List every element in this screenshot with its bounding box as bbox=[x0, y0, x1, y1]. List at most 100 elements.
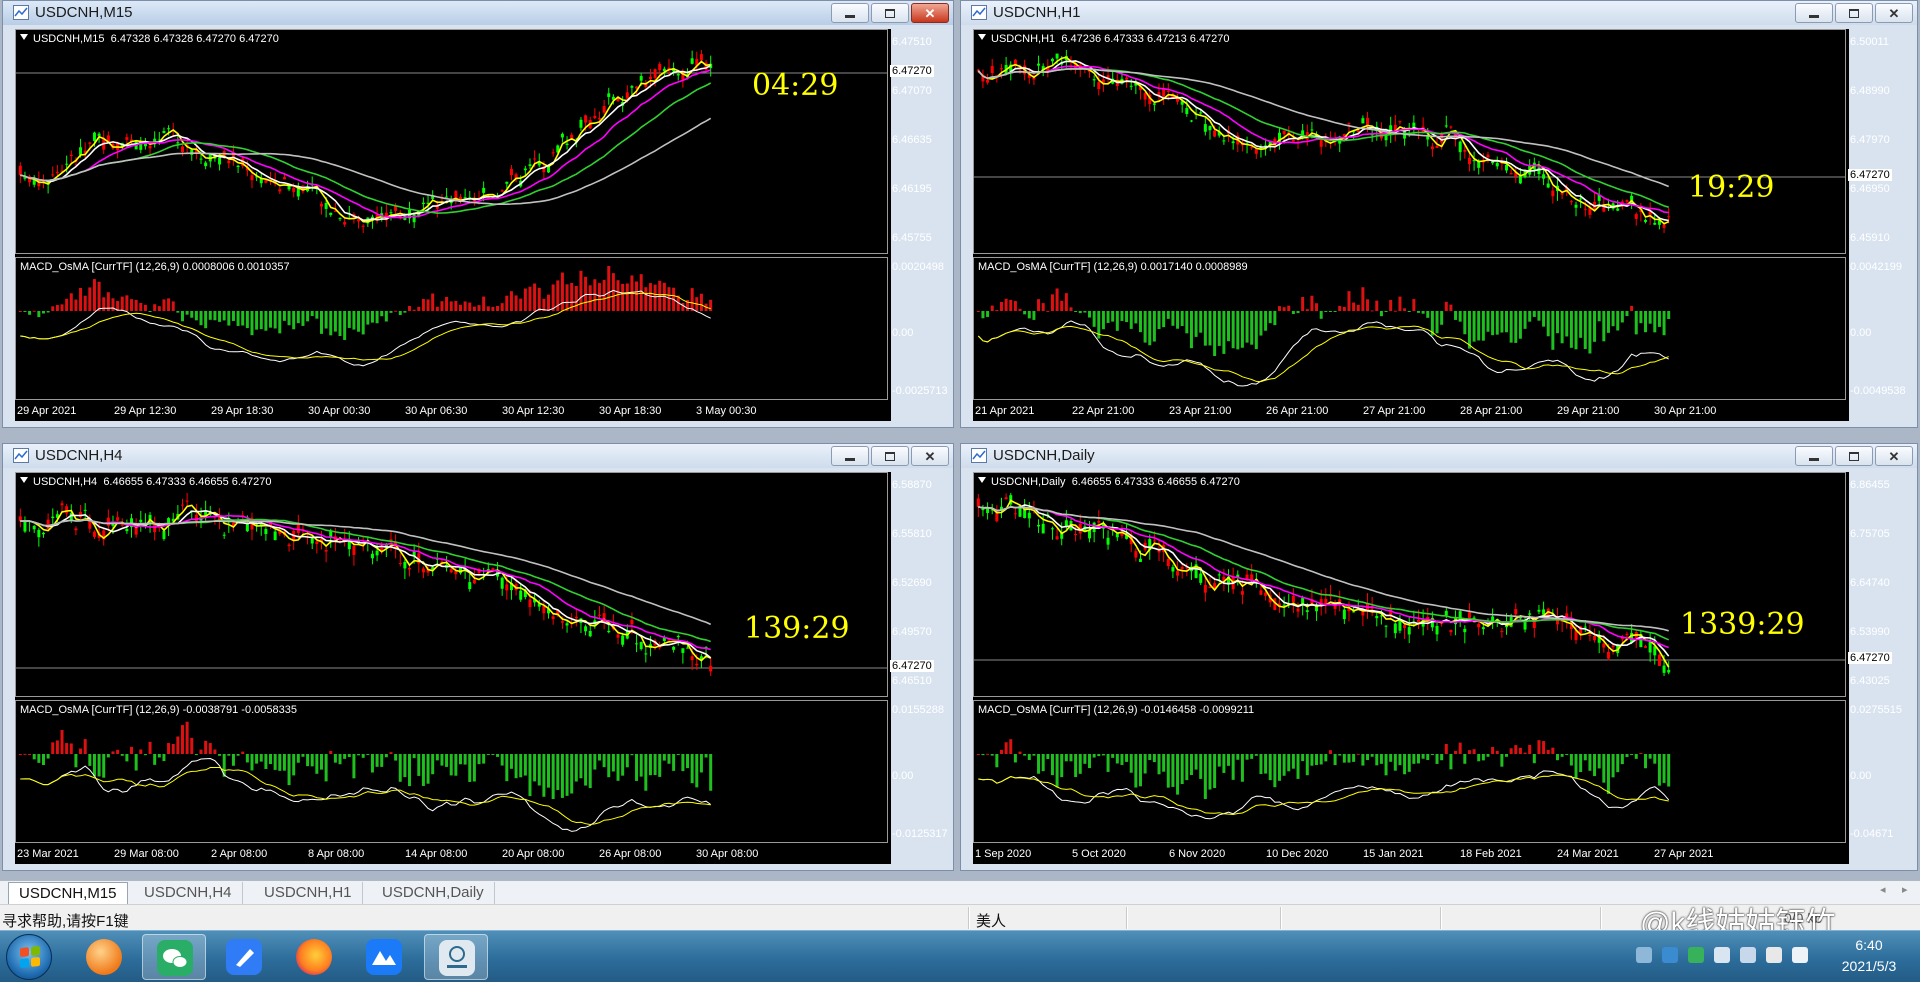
chart-window-daily[interactable]: USDCNH,Daily ✕ USDCNH,Daily 6.46655 6.47… bbox=[960, 443, 1918, 871]
macd-histogram-bar bbox=[607, 754, 611, 778]
candle bbox=[1041, 513, 1045, 534]
macd-histogram-bar bbox=[1060, 300, 1064, 311]
macd-histogram-bar bbox=[236, 311, 240, 326]
candle bbox=[1347, 601, 1351, 622]
macd-histogram-bar bbox=[1662, 311, 1666, 336]
candle bbox=[241, 510, 245, 520]
maximize-button[interactable] bbox=[871, 446, 909, 466]
candle bbox=[83, 142, 87, 159]
macd-pane[interactable]: MACD_OsMA [CurrTF] (12,26,9) 0.0017140 0… bbox=[973, 257, 1846, 400]
close-button[interactable]: ✕ bbox=[911, 446, 949, 466]
maximize-button[interactable] bbox=[1835, 3, 1873, 23]
price-pane[interactable]: USDCNH,H4 6.46655 6.47333 6.46655 6.4727… bbox=[15, 472, 888, 697]
chart-area[interactable]: USDCNH,Daily 6.46655 6.47333 6.46655 6.4… bbox=[973, 472, 1902, 864]
macd-histogram-bar bbox=[1231, 754, 1235, 780]
tray-signal-icon[interactable] bbox=[1766, 947, 1782, 963]
candle bbox=[579, 117, 583, 131]
macd-histogram-bar bbox=[1301, 296, 1305, 311]
taskbar-feishu[interactable] bbox=[212, 934, 276, 980]
tray-volume-icon[interactable] bbox=[1792, 947, 1808, 963]
chart-window-m15[interactable]: USDCNH,M15 ✕ USDCNH,M15 6.47328 6.47328 … bbox=[2, 0, 954, 428]
tab-scroll-left-icon[interactable]: ◂ bbox=[1880, 883, 1886, 896]
tab-scroll-right-icon[interactable]: ▸ bbox=[1902, 883, 1908, 896]
maximize-button[interactable] bbox=[1835, 446, 1873, 466]
macd-histogram-bar bbox=[1463, 754, 1467, 764]
taskbar-wechat[interactable] bbox=[142, 934, 206, 980]
macd-histogram-bar bbox=[1486, 311, 1490, 332]
minimize-button[interactable] bbox=[831, 446, 869, 466]
macd-histogram-bar bbox=[403, 754, 407, 778]
chart-info: USDCNH,H1 6.47236 6.47333 6.47213 6.4727… bbox=[978, 33, 1230, 45]
candle bbox=[1495, 156, 1499, 170]
window-titlebar[interactable]: USDCNH,H4 ✕ bbox=[3, 444, 953, 468]
minimize-button[interactable] bbox=[1795, 446, 1833, 466]
chart-area[interactable]: USDCNH,H1 6.47236 6.47333 6.47213 6.4727… bbox=[973, 29, 1906, 421]
chart-area[interactable]: USDCNH,M15 6.47328 6.47328 6.47270 6.472… bbox=[15, 29, 948, 421]
tab-usdcnh-h4[interactable]: USDCNH,H4 bbox=[134, 882, 243, 904]
ma-green-line bbox=[978, 506, 1670, 641]
candle bbox=[273, 529, 277, 541]
macd-histogram-bar bbox=[588, 754, 592, 789]
tab-usdcnh-m15[interactable]: USDCNH,M15 bbox=[8, 882, 128, 904]
minimize-button[interactable] bbox=[831, 3, 869, 23]
price-axis-label: 6.47970 bbox=[1850, 134, 1890, 146]
macd-axis-label: -0.0049538 bbox=[1850, 385, 1906, 397]
price-pane[interactable]: USDCNH,Daily 6.46655 6.47333 6.46655 6.4… bbox=[973, 472, 1846, 697]
taskbar-lark[interactable] bbox=[352, 934, 416, 980]
price-pane[interactable]: USDCNH,M15 6.47328 6.47328 6.47270 6.472… bbox=[15, 29, 888, 254]
candle bbox=[296, 182, 300, 201]
close-button[interactable]: ✕ bbox=[1875, 446, 1913, 466]
candle bbox=[1227, 569, 1231, 593]
macd-pane[interactable]: MACD_OsMA [CurrTF] (12,26,9) 0.0008006 0… bbox=[15, 257, 888, 400]
macd-histogram-bar bbox=[1134, 754, 1138, 788]
price-axis-label: 6.46635 bbox=[892, 134, 932, 146]
taskbar-metatrader[interactable] bbox=[424, 934, 488, 980]
chart-area[interactable]: USDCNH,H4 6.46655 6.47333 6.46655 6.4727… bbox=[15, 472, 948, 864]
collapse-triangle-icon[interactable] bbox=[20, 477, 28, 483]
window-titlebar[interactable]: USDCNH,H1 ✕ bbox=[961, 1, 1917, 25]
macd-pane[interactable]: MACD_OsMA [CurrTF] (12,26,9) -0.0038791 … bbox=[15, 700, 888, 843]
candle bbox=[500, 189, 504, 192]
macd-histogram-bar bbox=[194, 754, 198, 755]
macd-histogram-bar bbox=[1458, 311, 1462, 322]
taskbar-browser[interactable] bbox=[72, 934, 136, 980]
collapse-triangle-icon[interactable] bbox=[978, 477, 986, 483]
tray-clock[interactable]: 6:40 2021/5/3 bbox=[1822, 935, 1916, 977]
macd-histogram-bar bbox=[1333, 311, 1337, 312]
tray-wechat-icon[interactable] bbox=[1688, 947, 1704, 963]
maximize-button[interactable] bbox=[871, 3, 909, 23]
macd-histogram-bar bbox=[1523, 752, 1527, 754]
chart-window-h4[interactable]: USDCNH,H4 ✕ USDCNH,H4 6.46655 6.47333 6.… bbox=[2, 443, 954, 871]
collapse-triangle-icon[interactable] bbox=[20, 34, 28, 40]
tray-display-icon[interactable] bbox=[1714, 947, 1730, 963]
macd-histogram-bar bbox=[1435, 311, 1439, 334]
window-titlebar[interactable]: USDCNH,Daily ✕ bbox=[961, 444, 1917, 468]
tray-flag-icon[interactable] bbox=[1740, 947, 1756, 963]
macd-histogram-bar bbox=[1398, 754, 1402, 766]
chart-window-h1[interactable]: USDCNH,H1 ✕ USDCNH,H1 6.47236 6.47333 6.… bbox=[960, 0, 1918, 428]
macd-pane[interactable]: MACD_OsMA [CurrTF] (12,26,9) -0.0146458 … bbox=[973, 700, 1846, 843]
macd-histogram-bar bbox=[695, 754, 699, 788]
start-button[interactable] bbox=[6, 934, 52, 980]
macd-histogram-bar bbox=[621, 283, 625, 311]
candle bbox=[570, 613, 574, 629]
chart-window-icon bbox=[971, 448, 987, 463]
macd-histogram-bar bbox=[1324, 754, 1328, 762]
price-pane[interactable]: USDCNH,H1 6.47236 6.47333 6.47213 6.4727… bbox=[973, 29, 1846, 254]
window-titlebar[interactable]: USDCNH,M15 ✕ bbox=[3, 1, 953, 25]
collapse-triangle-icon[interactable] bbox=[978, 34, 986, 40]
minimize-button[interactable] bbox=[1795, 3, 1833, 23]
close-button[interactable]: ✕ bbox=[1875, 3, 1913, 23]
close-button[interactable]: ✕ bbox=[911, 3, 949, 23]
macd-histogram-bar bbox=[1338, 305, 1342, 311]
tray-security-icon[interactable] bbox=[1662, 947, 1678, 963]
macd-histogram-bar bbox=[1166, 311, 1170, 319]
macd-histogram-bar bbox=[570, 754, 574, 794]
macd-histogram-bar bbox=[134, 754, 138, 771]
candle bbox=[597, 606, 601, 619]
tray-network-icon[interactable] bbox=[1636, 947, 1652, 963]
tab-usdcnh-daily[interactable]: USDCNH,Daily bbox=[372, 882, 495, 904]
macd-line bbox=[977, 320, 1669, 387]
taskbar-firefox[interactable] bbox=[282, 934, 346, 980]
tab-usdcnh-h1[interactable]: USDCNH,H1 bbox=[254, 882, 363, 904]
